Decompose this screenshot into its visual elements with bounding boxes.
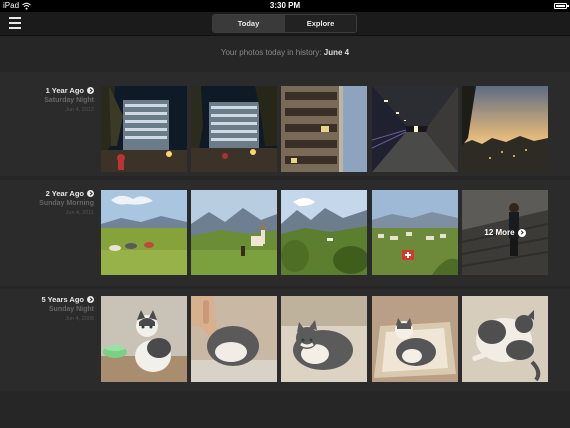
time-of-day: Saturday Night — [44, 97, 94, 104]
years-ago-label[interactable]: 1 Year Ago — [46, 86, 84, 95]
kitten-playing-image — [462, 296, 548, 382]
arrow-right-icon[interactable] — [87, 296, 94, 303]
section-label[interactable]: 2 Year Ago Sunday Morning Jun 4, 2011 — [4, 189, 94, 218]
history-header: Your photos today in history: June 4 — [0, 36, 570, 70]
mountain-valley-image — [281, 190, 367, 275]
meadow-picnic-image — [101, 190, 187, 275]
time-of-day: Sunday Night — [48, 306, 94, 313]
kitten-petted-image — [191, 296, 277, 382]
photo-thumbnail[interactable] — [372, 86, 458, 172]
photo-thumbnail[interactable] — [462, 296, 548, 382]
corridor-night-image — [372, 86, 458, 172]
photo-thumbnail[interactable] — [101, 86, 187, 172]
arrow-right-icon[interactable] — [87, 190, 94, 197]
status-bar: iPad 3:30 PM — [0, 0, 570, 12]
view-switcher: Today Explore — [212, 14, 357, 33]
nav-bar: Today Explore — [0, 12, 570, 36]
kitten-lying-image — [281, 296, 367, 382]
photo-date: Jun 4, 2012 — [65, 107, 94, 113]
city-sunset-image — [462, 86, 548, 172]
tab-explore[interactable]: Explore — [284, 15, 356, 32]
photo-thumbnail[interactable] — [372, 296, 458, 382]
photo-thumbnail[interactable] — [462, 86, 548, 172]
apartment-balconies-image — [281, 86, 367, 172]
menu-icon[interactable] — [9, 17, 21, 29]
building-night-image — [101, 86, 187, 172]
photo-thumbnail[interactable] — [101, 296, 187, 382]
section-label[interactable]: 1 Year Ago Saturday Night Jun 4, 2012 — [4, 86, 94, 115]
photo-thumbnail[interactable] — [281, 86, 367, 172]
kitten-box-image — [372, 296, 458, 382]
church-hill-image — [191, 190, 277, 275]
photo-thumbnail[interactable] — [281, 190, 367, 275]
photo-thumbnail[interactable] — [191, 86, 277, 172]
photo-thumbnail[interactable] — [191, 296, 277, 382]
more-photos-label[interactable]: 12 More — [484, 228, 514, 237]
section-label[interactable]: 5 Years Ago Sunday Night Jun 4, 2008 — [4, 295, 94, 324]
photo-date: Jun 4, 2011 — [65, 210, 94, 216]
clock: 3:30 PM — [269, 1, 301, 10]
time-of-day: Sunday Morning — [39, 200, 94, 207]
photo-thumbnail[interactable] — [101, 190, 187, 275]
photo-thumbnail[interactable] — [281, 296, 367, 382]
battery-icon — [554, 3, 569, 9]
photo-thumbnail[interactable]: 12 More — [462, 190, 548, 275]
history-date: June 4 — [323, 48, 350, 57]
years-ago-label[interactable]: 2 Year Ago — [46, 189, 84, 198]
years-ago-label[interactable]: 5 Years Ago — [41, 295, 84, 304]
more-photos-button[interactable]: 12 More — [462, 190, 548, 275]
arrow-right-icon[interactable] — [517, 228, 526, 237]
arrow-right-icon[interactable] — [87, 87, 94, 94]
photo-date: Jun 4, 2008 — [65, 316, 94, 322]
history-prefix: Your photos today in history: — [220, 48, 322, 57]
town-flag-image — [372, 190, 458, 275]
photo-thumbnail[interactable] — [191, 190, 277, 275]
building-night-tree-image — [191, 86, 277, 172]
kitten-bowl-image — [101, 296, 187, 382]
photo-thumbnail[interactable] — [372, 190, 458, 275]
tab-today[interactable]: Today — [213, 15, 284, 32]
